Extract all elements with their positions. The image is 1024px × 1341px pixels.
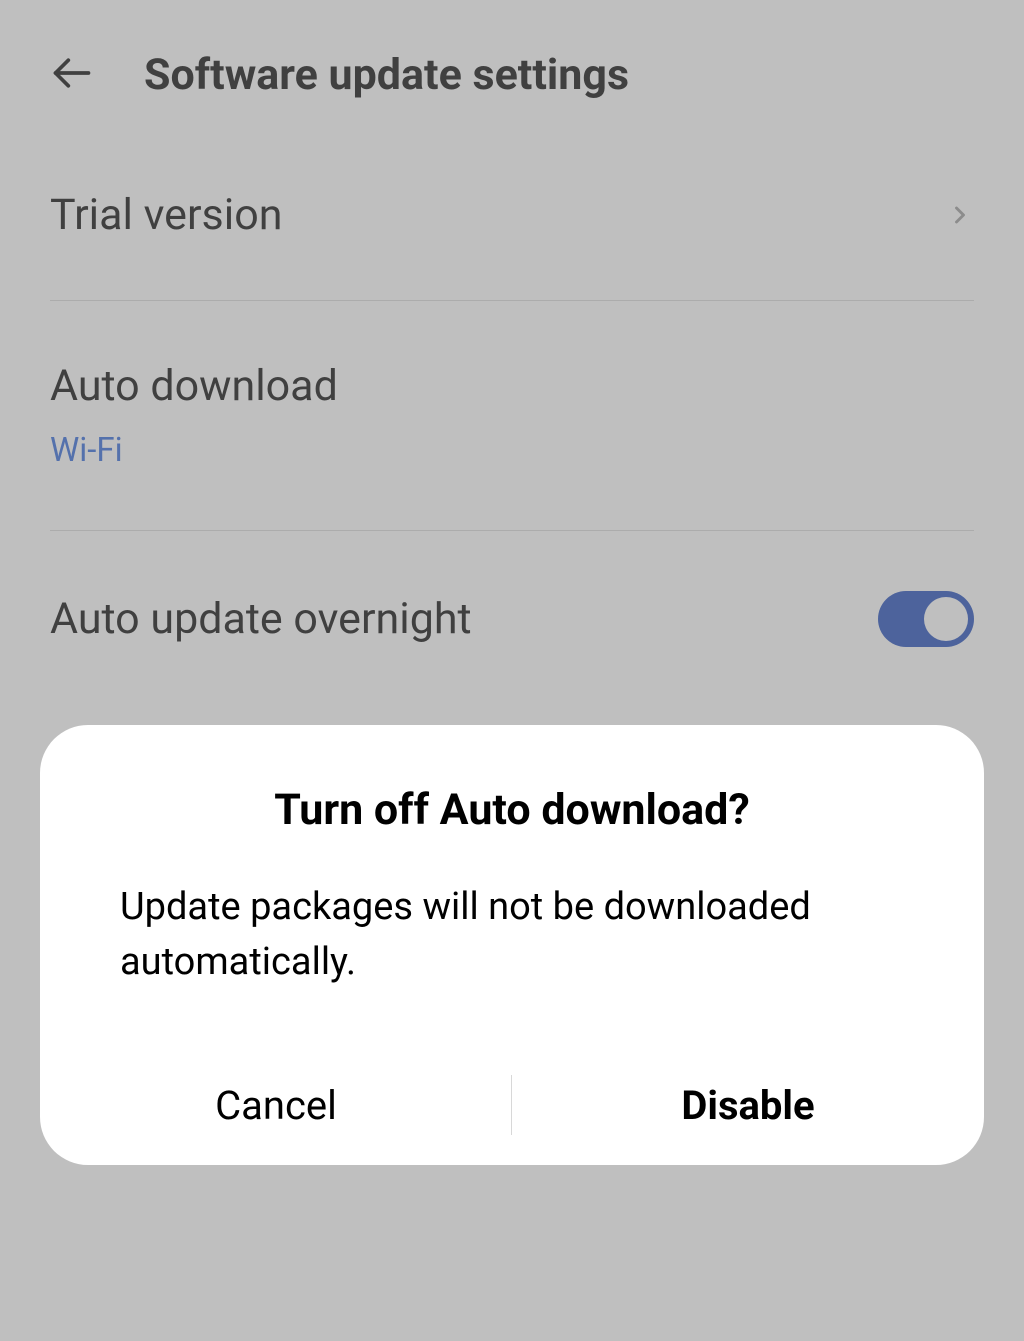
dialog-title: Turn off Auto download? [40, 785, 984, 835]
dialog-body: Update packages will not be downloaded a… [40, 835, 984, 1045]
dialog-buttons: Cancel Disable [40, 1045, 984, 1165]
disable-label: Disable [681, 1082, 814, 1129]
disable-button[interactable]: Disable [512, 1045, 984, 1165]
confirm-dialog: Turn off Auto download? Update packages … [40, 725, 984, 1165]
cancel-button[interactable]: Cancel [40, 1045, 512, 1165]
cancel-label: Cancel [215, 1082, 337, 1129]
